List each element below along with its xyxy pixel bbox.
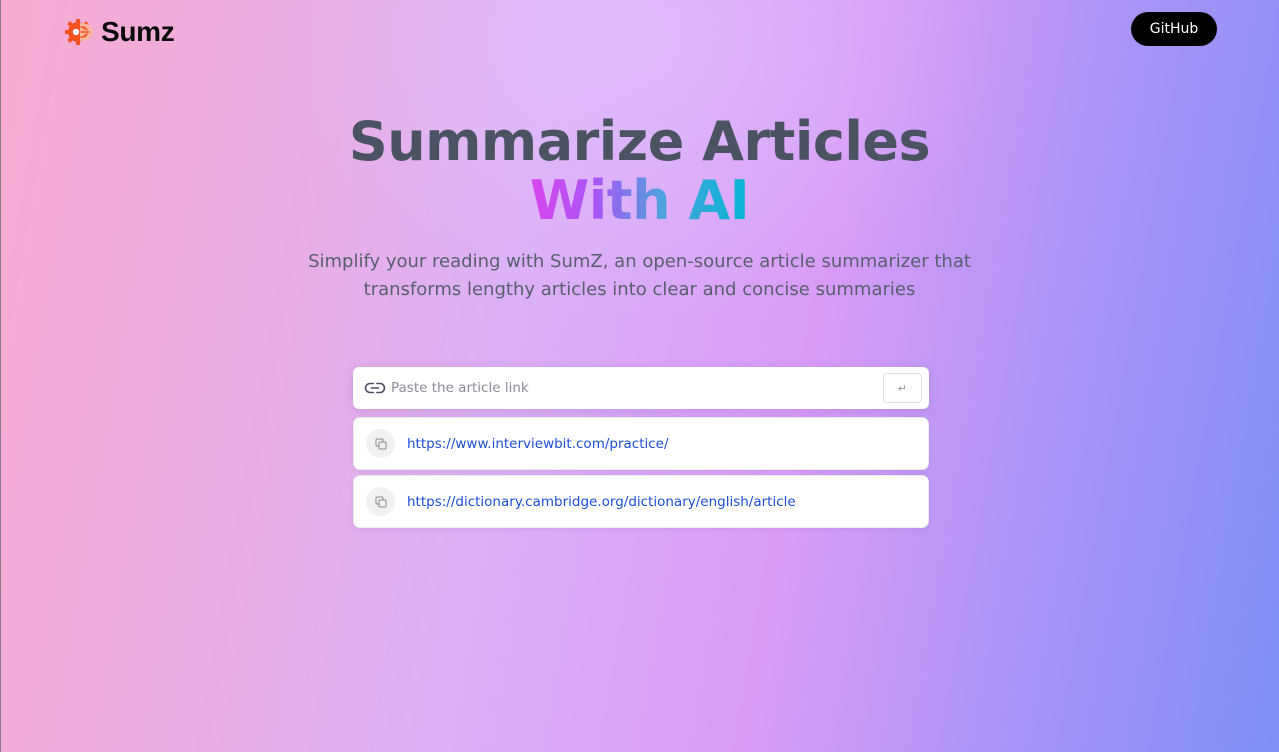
article-url-form: ↵ bbox=[353, 367, 929, 409]
subtitle-line-2: transforms lengthy articles into clear a… bbox=[363, 279, 916, 300]
copy-button[interactable] bbox=[366, 487, 395, 516]
history-url[interactable]: https://dictionary.cambridge.org/diction… bbox=[407, 494, 796, 510]
hero-title: Summarize Articles bbox=[348, 110, 931, 173]
copy-icon bbox=[375, 496, 386, 507]
submit-button[interactable]: ↵ bbox=[883, 373, 922, 403]
logo-text: Sumz bbox=[101, 16, 175, 47]
history-item[interactable]: https://www.interviewbit.com/practice/ bbox=[353, 417, 929, 470]
hero-accent-text: With AI bbox=[529, 169, 750, 232]
subtitle-line-1: Simplify your reading with SumZ, an open… bbox=[308, 251, 971, 272]
article-url-input[interactable] bbox=[391, 375, 871, 401]
history-url[interactable]: https://www.interviewbit.com/practice/ bbox=[407, 436, 669, 452]
logo[interactable]: Sumz bbox=[64, 16, 175, 48]
brain-gear-icon bbox=[65, 19, 93, 45]
enter-icon: ↵ bbox=[897, 382, 908, 395]
link-icon bbox=[364, 382, 386, 394]
github-button[interactable]: GitHub bbox=[1131, 12, 1217, 46]
hero-accent-container: With AI bbox=[0, 170, 1279, 232]
copy-button[interactable] bbox=[366, 429, 395, 458]
copy-icon bbox=[375, 438, 386, 449]
history-item[interactable]: https://dictionary.cambridge.org/diction… bbox=[353, 475, 929, 528]
